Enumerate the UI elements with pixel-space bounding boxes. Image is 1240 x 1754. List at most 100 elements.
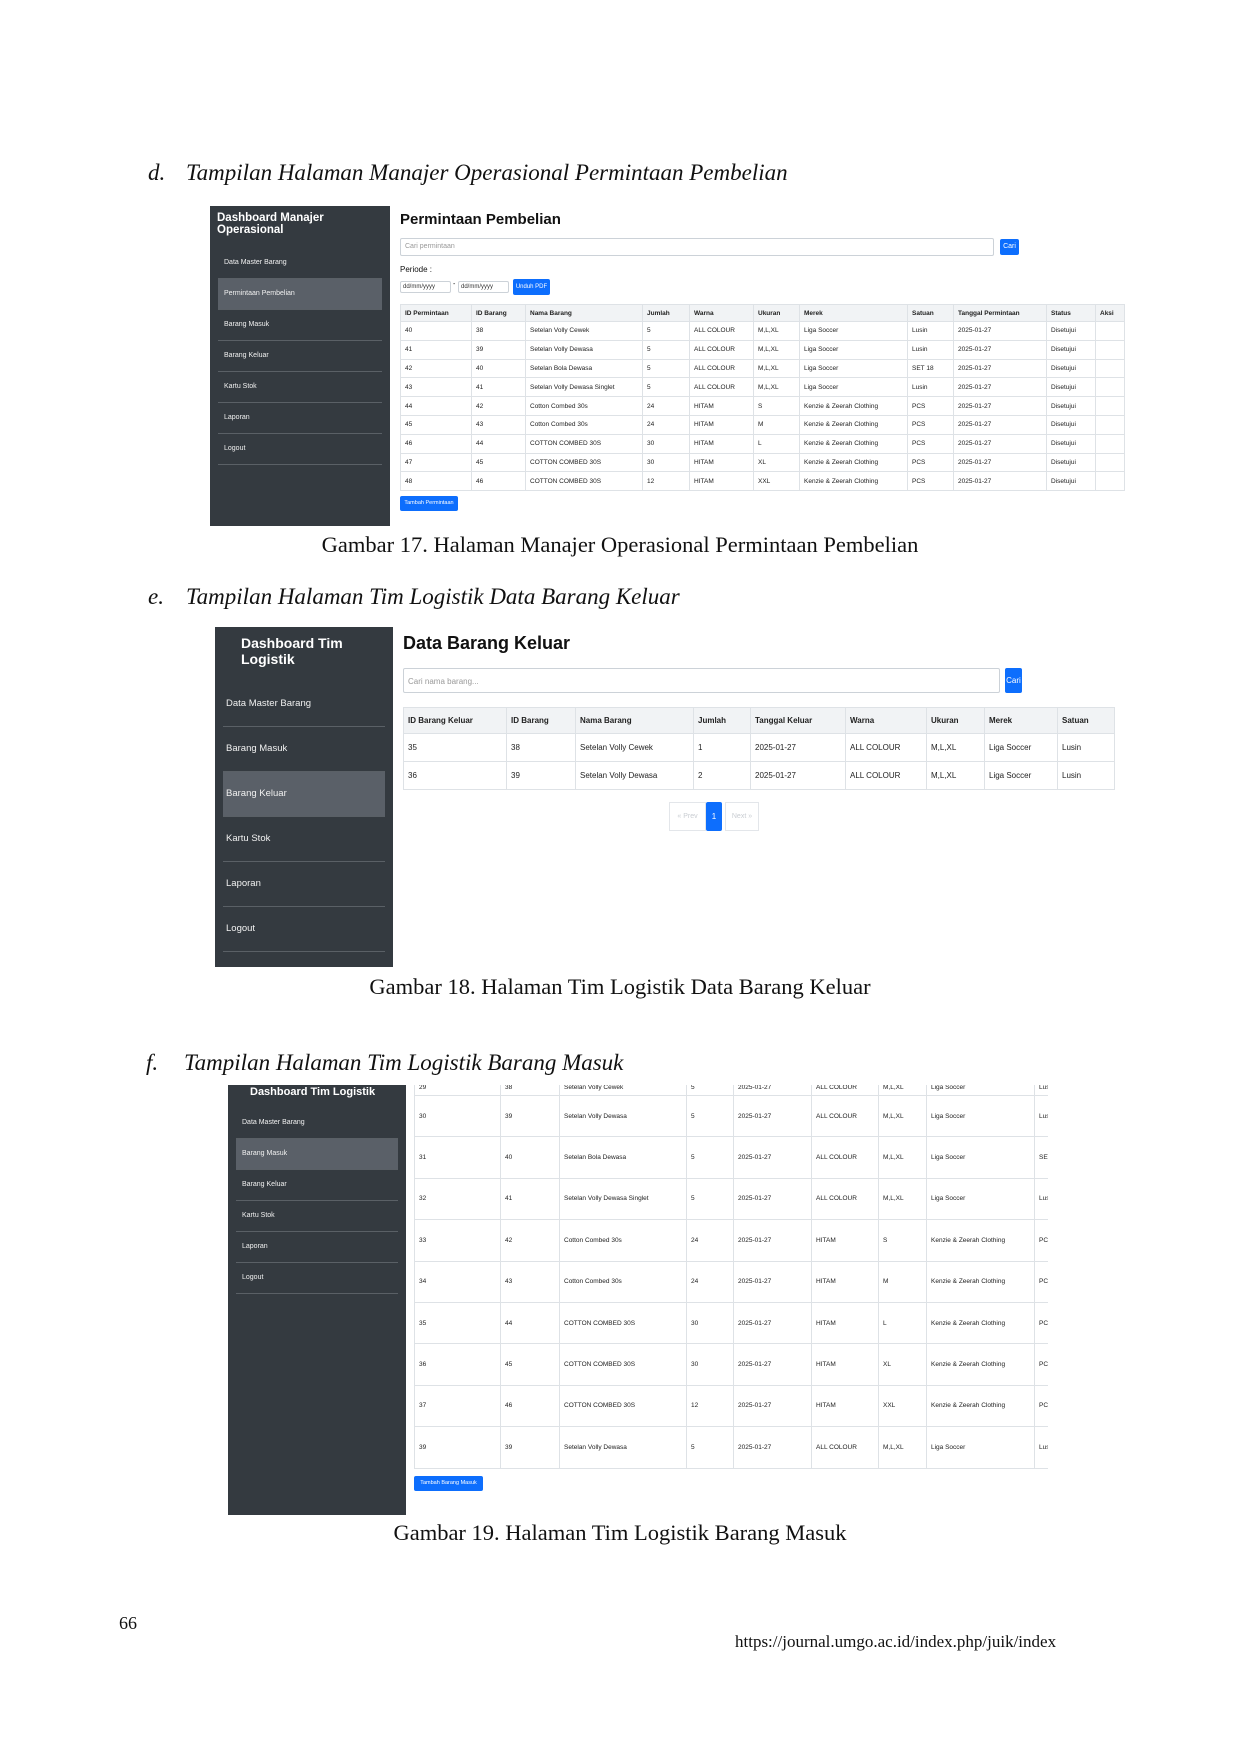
cell-id-barang: 42 bbox=[500, 1219, 560, 1262]
sidebar: Dashboard Manajer Operasional Data Maste… bbox=[210, 206, 390, 526]
sidebar-item-kartu-stok[interactable]: Kartu Stok bbox=[223, 817, 385, 862]
cell-id-permintaan: 43 bbox=[400, 377, 472, 398]
cell-tanggal-masuk: 2025-01-27 bbox=[733, 1094, 812, 1138]
sidebar-item-laporan[interactable]: Laporan bbox=[218, 403, 382, 434]
cell-tanggal-masuk: 2025-01-27 bbox=[733, 1343, 812, 1386]
cell-jumlah: 5 bbox=[686, 1094, 734, 1138]
sidebar-item-kartu-stok[interactable]: Kartu Stok bbox=[236, 1201, 398, 1232]
cell-satuan: Lusin bbox=[1034, 1085, 1048, 1096]
cell-jumlah: 24 bbox=[642, 414, 690, 435]
sidebar-item-logout[interactable]: Logout bbox=[223, 907, 385, 952]
sidebar-title: Dashboard Tim Logistik bbox=[250, 1086, 376, 1098]
sidebar-item-laporan[interactable]: Laporan bbox=[223, 862, 385, 907]
column-header-id-barang: ID Barang bbox=[506, 707, 576, 734]
cell-id-barang: 44 bbox=[500, 1301, 560, 1345]
sidebar-item-permintaan-pembelian[interactable]: Permintaan Pembelian bbox=[218, 279, 382, 310]
cell-merek: Liga Soccer bbox=[799, 321, 908, 341]
cell-tanggal-masuk: 2025-01-27 bbox=[733, 1219, 812, 1262]
sidebar-menu: Data Master Barang Barang Masuk Barang Kel… bbox=[215, 682, 393, 952]
search-button[interactable]: Cari bbox=[1005, 668, 1022, 693]
cell-jumlah: 1 bbox=[693, 733, 751, 762]
cell-id-barang: 39 bbox=[500, 1426, 560, 1469]
cell-jumlah: 24 bbox=[686, 1260, 734, 1303]
cell-nama-barang: COTTON COMBED 30S bbox=[525, 471, 643, 492]
sidebar-item-data-master-barang[interactable]: Data Master Barang bbox=[236, 1108, 398, 1139]
cell-satuan: PCS bbox=[907, 414, 954, 435]
add-request-button[interactable]: Tambah Permintaan bbox=[400, 496, 458, 512]
sidebar-item-data-master-barang[interactable]: Data Master Barang bbox=[223, 682, 385, 727]
cell-satuan: PCS bbox=[1034, 1219, 1048, 1262]
section-d-heading: d. Tampilan Halaman Manajer Operasional P… bbox=[148, 160, 788, 186]
sidebar-item-data-master-barang[interactable]: Data Master Barang bbox=[218, 248, 382, 279]
sidebar-menu: Data Master Barang Permintaan Pembelian Ba… bbox=[210, 248, 390, 465]
sidebar-item-barang-keluar[interactable]: Barang Keluar bbox=[218, 341, 382, 372]
cell-merek: Liga Soccer bbox=[926, 1094, 1035, 1138]
sidebar-item-barang-keluar[interactable]: Barang Keluar bbox=[236, 1170, 398, 1201]
cell-nama-barang: Setelan Volly Dewasa bbox=[525, 339, 643, 360]
screenshot-barang-keluar: Dashboard Tim Logistik Data Master Baran… bbox=[215, 627, 1115, 967]
search-button[interactable]: Cari bbox=[1000, 239, 1019, 255]
cell-id-barang-masuk: 29 bbox=[414, 1085, 501, 1096]
sidebar-item-logout[interactable]: Logout bbox=[218, 434, 382, 465]
search-input[interactable]: Cari nama barang... bbox=[403, 668, 1000, 693]
cell-ukuran: M,L,XL bbox=[753, 321, 800, 341]
section-e-heading: e. Tampilan Halaman Tim Logistik Data Bar… bbox=[148, 584, 680, 610]
sidebar-item-kartu-stok[interactable]: Kartu Stok bbox=[218, 372, 382, 403]
table-row: 37 46 COTTON COMBED 30S 12 2025-01-27 HITAM XX… bbox=[414, 1384, 1048, 1428]
column-header-id-barang-keluar: ID Barang Keluar bbox=[403, 707, 507, 734]
cell-merek: Liga Soccer bbox=[799, 339, 908, 360]
cell-warna: HITAM bbox=[689, 433, 754, 454]
cell-merek: Kenzie & Zeerah Clothing bbox=[926, 1260, 1035, 1303]
cell-satuan: Lusin bbox=[1034, 1094, 1048, 1138]
cell-ukuran: M,L,XL bbox=[753, 377, 800, 398]
cell-jumlah: 12 bbox=[642, 471, 690, 492]
column-header-jumlah: Jumlah bbox=[642, 304, 690, 322]
column-header-jumlah: Jumlah bbox=[693, 707, 751, 734]
table-row: 47 45 COTTON COMBED 30S 30 HITAM XL Kenzie & Z… bbox=[400, 452, 1125, 473]
table-row: 43 41 Setelan Volly Dewasa Singlet 5 ALL COL… bbox=[400, 377, 1125, 398]
cell-id-permintaan: 41 bbox=[400, 339, 472, 360]
cell-satuan: PCS bbox=[907, 471, 954, 492]
cell-merek: Liga Soccer bbox=[926, 1085, 1035, 1096]
date-from-input[interactable]: dd/mm/yyyy bbox=[400, 281, 451, 293]
cell-ukuran: M,L,XL bbox=[878, 1085, 927, 1096]
cell-nama-barang: COTTON COMBED 30S bbox=[525, 433, 643, 454]
sidebar-item-barang-masuk[interactable]: Barang Masuk bbox=[223, 727, 385, 772]
cell-warna: ALL COLOUR bbox=[811, 1085, 879, 1096]
cell-ukuran: S bbox=[878, 1219, 927, 1262]
cell-merek: Kenzie & Zeerah Clothing bbox=[799, 414, 908, 435]
cell-satuan: Lusin bbox=[1034, 1426, 1048, 1469]
column-header-ukuran: Ukuran bbox=[926, 707, 985, 734]
add-barang-masuk-button[interactable]: Tambah Barang Masuk bbox=[414, 1475, 483, 1491]
sidebar-item-barang-masuk[interactable]: Barang Masuk bbox=[236, 1139, 398, 1170]
sidebar-item-logout[interactable]: Logout bbox=[236, 1263, 398, 1294]
cell-id-barang: 39 bbox=[500, 1094, 560, 1138]
sidebar-item-barang-masuk[interactable]: Barang Masuk bbox=[218, 310, 382, 341]
cell-id-permintaan: 46 bbox=[400, 433, 472, 454]
cell-jumlah: 24 bbox=[686, 1219, 734, 1262]
sidebar-item-laporan[interactable]: Laporan bbox=[236, 1232, 398, 1263]
search-input[interactable]: Cari permintaan bbox=[400, 238, 994, 256]
pdf-button[interactable]: Unduh PDF bbox=[513, 279, 550, 295]
cell-tanggal-permintaan: 2025-01-27 bbox=[953, 414, 1047, 435]
cell-ukuran: M,L,XL bbox=[878, 1177, 927, 1221]
column-header-aksi: Aksi bbox=[1095, 304, 1125, 322]
pagination: « Prev 1 Next » bbox=[403, 800, 1035, 832]
pagination-page-1[interactable]: 1 bbox=[706, 802, 722, 831]
sidebar: Dashboard Tim Logistik Data Master Baran… bbox=[228, 1085, 406, 1515]
sidebar-item-barang-keluar[interactable]: Barang Keluar bbox=[223, 772, 385, 817]
cell-nama-barang: Cotton Combed 30s bbox=[559, 1260, 687, 1303]
table-row: 40 38 Setelan Volly Cewek 5 ALL COLOUR M,L,XL… bbox=[400, 321, 1125, 341]
cell-nama-barang: COTTON COMBED 30S bbox=[559, 1301, 687, 1345]
cell-satuan: PCS bbox=[1034, 1384, 1048, 1428]
cell-merek: Liga Soccer bbox=[926, 1177, 1035, 1221]
cell-id-barang: 46 bbox=[471, 471, 526, 492]
cell-warna: HITAM bbox=[689, 414, 754, 435]
pagination-prev[interactable]: « Prev bbox=[669, 802, 706, 831]
cell-id-barang: 45 bbox=[471, 452, 526, 473]
cell-id-barang-masuk: 37 bbox=[414, 1384, 501, 1428]
pagination-next[interactable]: Next » bbox=[725, 802, 759, 831]
column-header-satuan: Satuan bbox=[907, 304, 954, 322]
date-to-input[interactable]: dd/mm/yyyy bbox=[458, 281, 509, 293]
cell-id-barang: 41 bbox=[471, 377, 526, 398]
